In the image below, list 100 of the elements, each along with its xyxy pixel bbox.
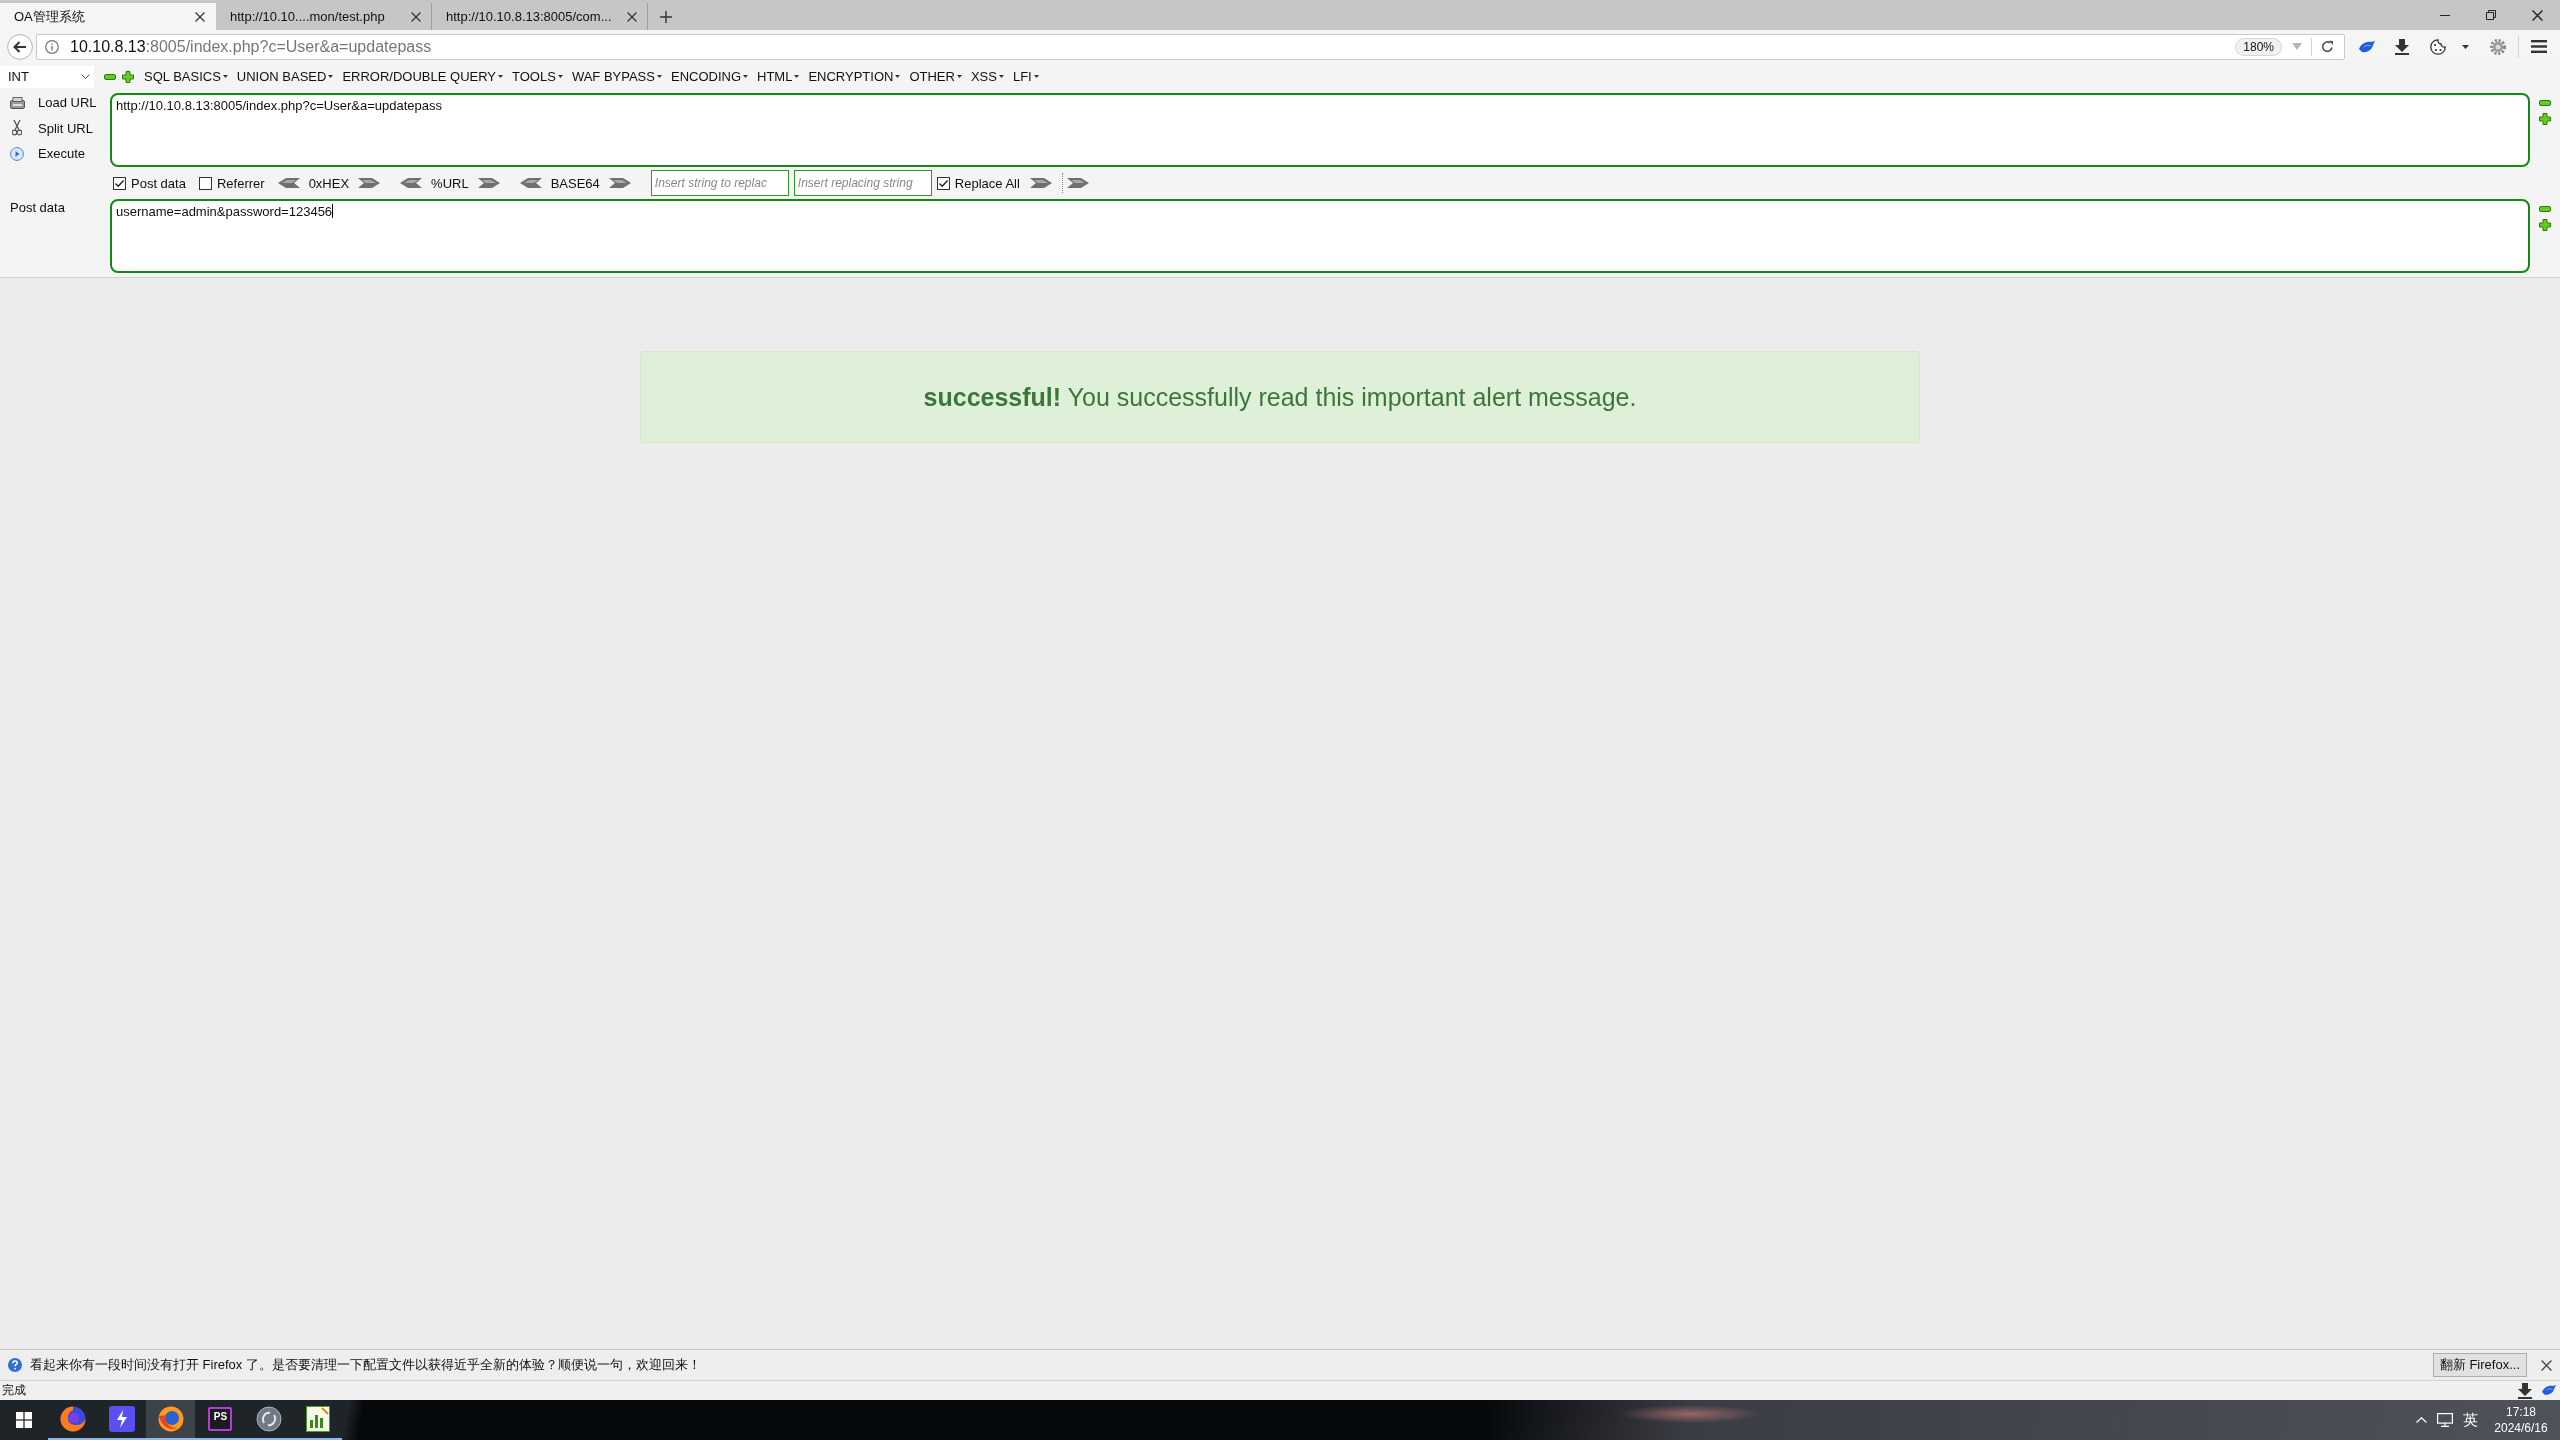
plus-icon[interactable] [2539,219,2551,231]
arrow-left-icon[interactable] [519,178,542,188]
download-icon[interactable] [2518,1382,2532,1399]
arrow-left-icon[interactable] [400,178,423,188]
download-icon[interactable] [2395,38,2409,55]
caret-icon [794,75,800,78]
text-cursor [332,204,334,218]
status-text: 完成 [2,1382,26,1399]
menu-button[interactable]: OTHER [909,69,962,84]
play-icon [10,146,24,161]
checkbox-label: Replace All [954,175,1020,191]
post-data-field[interactable]: username=admin&password=123456 [110,199,2530,273]
globe-icon [59,1406,86,1432]
printer-icon [9,96,25,109]
taskbar-button[interactable]: PS [195,1400,244,1440]
string-input[interactable]: Insert replacing string [793,170,932,196]
action-button[interactable]: Execute [0,141,110,167]
plus-icon[interactable] [2539,113,2551,125]
action-button[interactable]: Split URL [0,115,110,141]
help-icon [8,1358,22,1372]
action-button[interactable]: Load URL [0,90,110,116]
url-field[interactable]: http://10.10.8.13:8005/index.php?c=User&a=updatepass [110,93,2530,167]
chevron-icon [81,74,90,79]
arrow-right-icon[interactable] [608,178,631,188]
menu-button[interactable]: WAF BYPASS [571,69,662,84]
arrow-right-icon[interactable] [1066,178,1089,188]
input-language[interactable]: 英 [2463,1410,2478,1430]
back-icon[interactable] [7,33,33,60]
plus-icon[interactable] [660,10,672,23]
arrow-left-icon[interactable] [277,178,300,188]
post-data-label: Post data [10,200,65,215]
globe-icon [157,1406,184,1432]
close-icon[interactable] [2531,9,2543,21]
codec-label: BASE64 [550,175,600,191]
arrow-right-icon[interactable] [358,178,381,188]
menu-icon[interactable] [2531,40,2547,53]
monitor-icon[interactable] [2437,1413,2453,1427]
checkbox-label: Referrer [216,175,265,191]
caret-icon [498,75,504,78]
close-icon[interactable] [627,11,637,22]
caret-icon[interactable] [2462,44,2469,49]
cookie-icon[interactable] [2430,38,2446,55]
url-text: 10.10.8.13:8005/index.php?c=User&a=updatepass [70,37,433,56]
close-icon[interactable] [411,11,421,22]
menu-button[interactable]: XSS [970,69,1004,84]
menu-button[interactable]: HTML [757,69,800,84]
leaf-icon[interactable] [2542,1385,2556,1396]
chevron-up-icon[interactable] [2416,1417,2427,1423]
zoom-level-button[interactable]: 180% [2235,37,2282,56]
string-input[interactable]: Insert string to replac [650,170,789,196]
chart-icon [305,1406,330,1432]
codec-label: 0xHEX [308,175,350,191]
lightning-icon [108,1406,135,1432]
close-icon[interactable] [2541,1359,2552,1371]
caret-icon [743,75,749,78]
menu-button[interactable]: SQL BASICS [144,69,228,84]
checkbox-label: Post data [131,175,186,191]
caret-icon [1033,75,1039,78]
mode-select[interactable]: INT [0,65,94,88]
gear-icon[interactable] [2490,38,2506,55]
caret-icon [895,75,901,78]
caret-icon [328,75,334,78]
plus-icon[interactable] [122,70,134,83]
menu-button[interactable]: ENCODING [670,69,749,84]
restore-icon[interactable] [2486,10,2496,20]
clock-time: 17:18 [2506,1404,2536,1420]
info-icon[interactable] [45,39,59,54]
caret-icon [222,75,228,78]
menu-button[interactable]: UNION BASED [236,69,334,84]
refresh-button[interactable]: 翻新 Firefox... [2432,1353,2527,1377]
address-bar[interactable]: 10.10.8.13:8005/index.php?c=User&a=updatepass 180% [36,33,2345,60]
close-icon[interactable] [195,11,205,22]
menu-button[interactable]: ERROR/DOUBLE QUERY [342,69,504,84]
browser-tab[interactable]: OA管理系统 [0,3,216,30]
checkbox[interactable] [113,176,126,190]
minimize-icon[interactable] [2440,14,2450,16]
minus-icon[interactable] [104,73,116,80]
alert-message: successful! You successfully read this important alert message. [640,351,1920,443]
clock-date: 2024/6/16 [2494,1420,2548,1436]
scissors-icon [12,120,22,137]
app-logo: PS [207,1407,232,1431]
minus-icon[interactable] [2539,100,2551,106]
reload-icon[interactable] [2321,40,2334,53]
codec-label: %URL [431,175,469,191]
caret-icon [656,75,662,78]
arrow-right-icon[interactable] [1029,178,1052,188]
windows-icon[interactable] [16,1412,32,1428]
menu-button[interactable]: ENCRYPTION [808,69,901,84]
checkbox[interactable] [936,176,950,190]
leaf-icon[interactable] [2359,40,2375,53]
menu-button[interactable]: TOOLS [512,69,563,84]
caret-icon [557,75,563,78]
notification-text: 看起来你有一段时间没有打开 Firefox 了。是否要清理一下配置文件以获得近乎全新的体验？顺便说一句，欢迎回来！ [30,1356,701,1374]
sync-circle-icon [255,1406,282,1432]
checkbox[interactable] [198,176,212,190]
menu-button[interactable]: LFI [1012,69,1039,84]
caret-icon [998,75,1004,78]
caret-icon [956,75,962,78]
arrow-right-icon[interactable] [477,178,500,188]
minus-icon[interactable] [2539,206,2551,212]
